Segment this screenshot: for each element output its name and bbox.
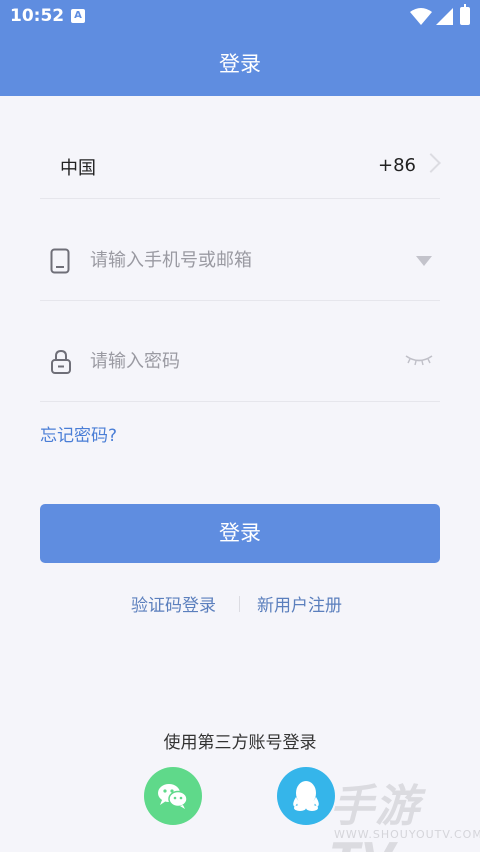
- dropdown-caret-icon[interactable]: [416, 256, 432, 266]
- login-button[interactable]: 登录: [40, 504, 440, 563]
- phone-icon: [50, 248, 70, 274]
- country-selector[interactable]: 中国 +86: [40, 130, 441, 199]
- password-row: [40, 323, 440, 402]
- watermark: 手游TV WWW.SHOUYOUTV.COM: [330, 770, 480, 852]
- signal-icon: [436, 8, 453, 25]
- battery-icon: [460, 4, 470, 25]
- page-title: 登录: [219, 52, 261, 76]
- chevron-right-icon: [421, 153, 441, 173]
- wechat-icon: [158, 784, 188, 809]
- forgot-password-link[interactable]: 忘记密码?: [40, 421, 117, 446]
- divider: [239, 596, 240, 612]
- notification-icon: A: [71, 9, 85, 23]
- qq-login-button[interactable]: [277, 767, 335, 825]
- sms-login-link[interactable]: 验证码登录: [131, 591, 216, 616]
- register-link[interactable]: 新用户注册: [257, 591, 342, 616]
- phone-email-input[interactable]: [90, 240, 390, 280]
- watermark-url: WWW.SHOUYOUTV.COM: [334, 828, 480, 841]
- password-input[interactable]: [90, 341, 390, 381]
- status-bar: 10:52 A: [0, 0, 480, 34]
- alt-login-links: 验证码登录 新用户注册: [0, 591, 480, 617]
- status-time: 10:52: [10, 6, 65, 26]
- wifi-icon: [410, 8, 432, 25]
- third-party-label: 使用第三方账号登录: [163, 733, 317, 753]
- eye-closed-icon[interactable]: [404, 353, 434, 367]
- lock-icon: [51, 349, 71, 374]
- app-bar: 登录: [0, 34, 480, 96]
- country-code: +86: [378, 155, 416, 176]
- country-name: 中国: [60, 158, 96, 179]
- qq-icon: [293, 781, 319, 811]
- phone-row: [40, 222, 440, 301]
- wechat-login-button[interactable]: [144, 767, 202, 825]
